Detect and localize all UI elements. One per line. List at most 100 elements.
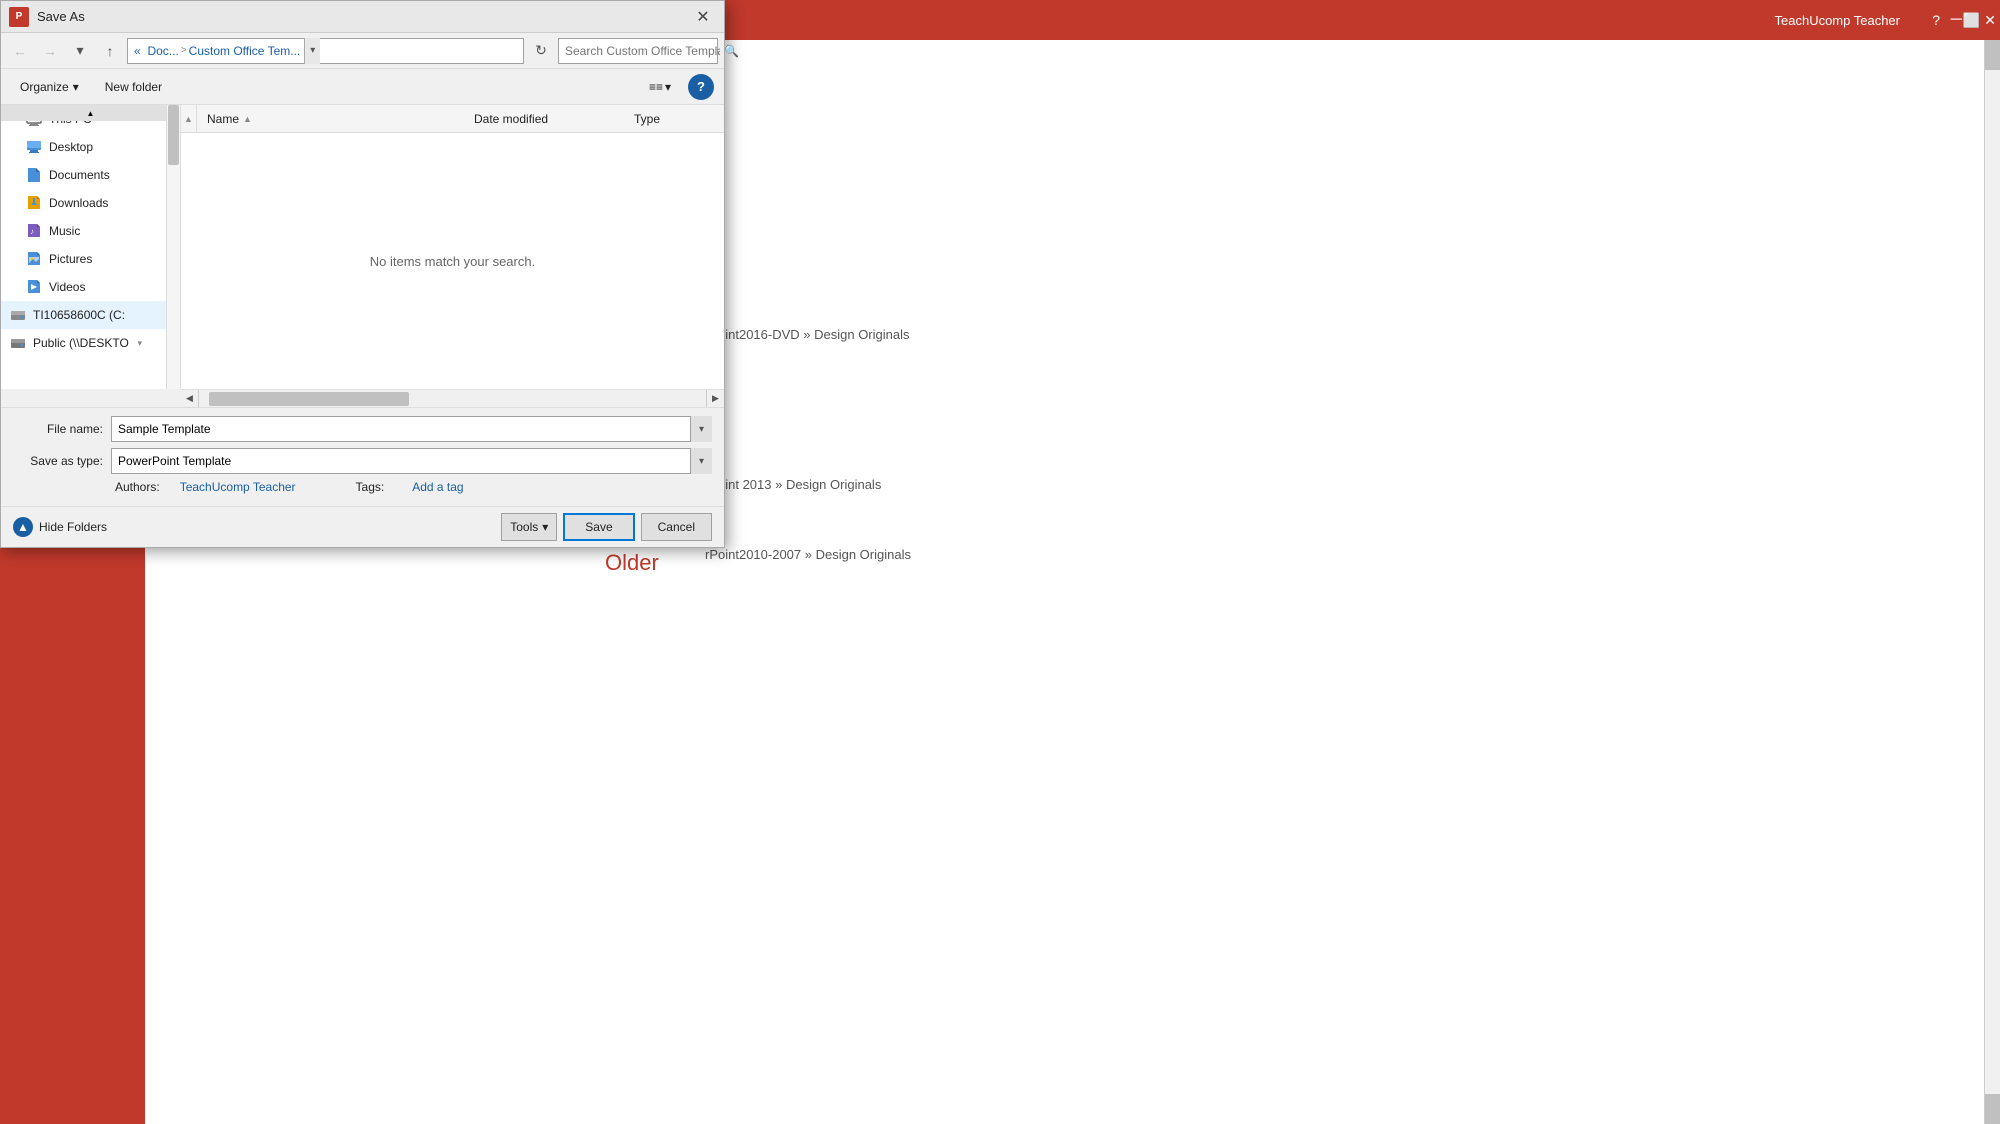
- search-input[interactable]: [565, 44, 720, 58]
- address-bar[interactable]: « Doc... > Custom Office Tem... ▾: [127, 38, 524, 64]
- address-path: « Doc... > Custom Office Tem...: [134, 44, 300, 58]
- documents-label: Documents: [49, 168, 110, 182]
- dialog-navbar: ← → ▾ ↑ « Doc... > Custom Office Tem... …: [1, 33, 724, 69]
- filename-input[interactable]: [111, 416, 712, 442]
- ppt-link-1: rPoint2016-DVD » Design Originals: [705, 320, 911, 350]
- documents-icon: [25, 166, 43, 184]
- up-button[interactable]: ↑: [97, 38, 123, 64]
- ppt-scrollbar[interactable]: [1984, 40, 2000, 1124]
- savetype-row: Save as type: ▾: [13, 448, 712, 474]
- hide-folders-icon: ▲: [13, 517, 33, 537]
- hscroll-track[interactable]: [199, 390, 706, 407]
- dialog-window: P Save As ✕ ← → ▾ ↑ « Doc... > Custom Of…: [0, 0, 725, 548]
- filename-dropdown[interactable]: ▾: [690, 416, 712, 442]
- refresh-button[interactable]: ↻: [528, 38, 554, 64]
- ppt-help-icon[interactable]: ?: [1932, 12, 1940, 28]
- cancel-button[interactable]: Cancel: [641, 513, 712, 541]
- folder-tree: ▲ This PC Desktop: [1, 105, 181, 389]
- ppt-minimize-icon[interactable]: ─: [1951, 11, 1962, 29]
- ppt-close-icon[interactable]: ✕: [1984, 12, 1996, 29]
- dialog-title: Save As: [37, 9, 690, 24]
- dialog-close-button[interactable]: ✕: [690, 6, 716, 28]
- videos-icon: [25, 278, 43, 296]
- files-scroll-up[interactable]: ▲: [181, 105, 197, 133]
- organize-button[interactable]: Organize ▾: [11, 74, 88, 100]
- hscroll-thumb[interactable]: [209, 392, 409, 406]
- tree-item-public[interactable]: Public (\\DESKTO ▾: [1, 329, 180, 357]
- view-button[interactable]: ≡≡ ▾: [640, 74, 680, 100]
- downloads-label: Downloads: [49, 196, 108, 210]
- savetype-input-wrap: ▾: [111, 448, 712, 474]
- tree-item-desktop[interactable]: Desktop: [1, 133, 180, 161]
- address-sep2: >: [181, 45, 187, 56]
- filename-input-wrap: ▾: [111, 416, 712, 442]
- hscroll-left-button[interactable]: ◀: [181, 390, 199, 408]
- drive-c-icon: [9, 306, 27, 324]
- add-tag-link[interactable]: Add a tag: [412, 480, 463, 494]
- col-header-name[interactable]: Name ▲: [197, 105, 464, 132]
- drive-c-label: TI10658600C (C:: [33, 308, 125, 322]
- ppt-teacher-name: TeachUcomp Teacher: [1775, 13, 1901, 28]
- back-button[interactable]: ←: [7, 38, 33, 64]
- authors-value[interactable]: TeachUcomp Teacher: [180, 480, 296, 494]
- tools-chevron: ▾: [542, 520, 548, 534]
- downloads-icon: [25, 194, 43, 212]
- forward-button[interactable]: →: [37, 38, 63, 64]
- tree-scroll-thumb: [168, 105, 179, 165]
- tree-item-downloads[interactable]: Downloads: [1, 189, 180, 217]
- help-button[interactable]: ?: [688, 74, 714, 100]
- new-folder-button[interactable]: New folder: [96, 74, 171, 100]
- dialog-form: File name: ▾ Save as type: ▾ Authors: Te…: [1, 407, 724, 506]
- tools-label: Tools: [510, 520, 538, 534]
- savetype-input[interactable]: [111, 448, 712, 474]
- desktop-icon: [25, 138, 43, 156]
- savetype-label: Save as type:: [13, 454, 103, 468]
- address-dropdown-button[interactable]: ▾: [304, 38, 320, 64]
- videos-label: Videos: [49, 280, 85, 294]
- col-header-type[interactable]: Type: [624, 105, 724, 132]
- savetype-dropdown[interactable]: ▾: [690, 448, 712, 474]
- save-button[interactable]: Save: [563, 513, 634, 541]
- tree-item-music[interactable]: ♪ Music: [1, 217, 180, 245]
- dropdown-button[interactable]: ▾: [67, 38, 93, 64]
- hide-folders-label: Hide Folders: [39, 520, 107, 534]
- tags-label: Tags:: [356, 480, 385, 494]
- meta-row: Authors: TeachUcomp Teacher Tags: Add a …: [13, 480, 712, 494]
- organize-chevron: ▾: [73, 80, 79, 94]
- col-header-date[interactable]: Date modified: [464, 105, 624, 132]
- files-panel: ▲ Name ▲ Date modified Type No items mat…: [181, 105, 724, 389]
- pictures-icon: [25, 250, 43, 268]
- tree-item-videos[interactable]: Videos: [1, 273, 180, 301]
- search-bar[interactable]: 🔍: [558, 38, 718, 64]
- hscroll-right-button[interactable]: ▶: [706, 390, 724, 408]
- ppt-restore-icon[interactable]: ⬜: [1963, 12, 1980, 29]
- ppt-scrollbar-bottom: [1985, 1094, 2000, 1124]
- cancel-label: Cancel: [658, 520, 695, 534]
- filename-label: File name:: [13, 422, 103, 436]
- address-sep1: [143, 45, 146, 56]
- dialog-footer: ▲ Hide Folders Tools ▾ Save Cancel: [1, 506, 724, 547]
- hide-folders-button[interactable]: ▲ Hide Folders: [13, 517, 107, 537]
- dialog-app-icon: P: [9, 7, 29, 27]
- desktop-label: Desktop: [49, 140, 93, 154]
- address-docs[interactable]: Doc...: [147, 44, 178, 58]
- tree-item-pictures[interactable]: Pictures: [1, 245, 180, 273]
- public-expand[interactable]: ▾: [135, 338, 145, 348]
- pictures-label: Pictures: [49, 252, 92, 266]
- tools-button[interactable]: Tools ▾: [501, 513, 557, 541]
- save-label: Save: [585, 520, 612, 534]
- tree-scroll-up[interactable]: ▲: [1, 105, 180, 121]
- view-icon: ≡≡: [649, 80, 663, 94]
- ppt-link-3: rPoint2010-2007 » Design Originals: [705, 540, 911, 570]
- tree-item-drive-c[interactable]: TI10658600C (C:: [1, 301, 180, 329]
- music-icon: ♪: [25, 222, 43, 240]
- tree-item-documents[interactable]: Documents: [1, 161, 180, 189]
- music-label: Music: [49, 224, 80, 238]
- public-label: Public (\\DESKTO: [33, 336, 129, 350]
- tree-scrollbar[interactable]: [166, 105, 180, 389]
- address-custom[interactable]: Custom Office Tem...: [189, 44, 301, 58]
- address-back[interactable]: «: [134, 44, 141, 58]
- files-header: ▲ Name ▲ Date modified Type: [181, 105, 724, 133]
- horizontal-scrollbar[interactable]: ◀ ▶: [181, 389, 724, 407]
- svg-text:♪: ♪: [30, 227, 34, 236]
